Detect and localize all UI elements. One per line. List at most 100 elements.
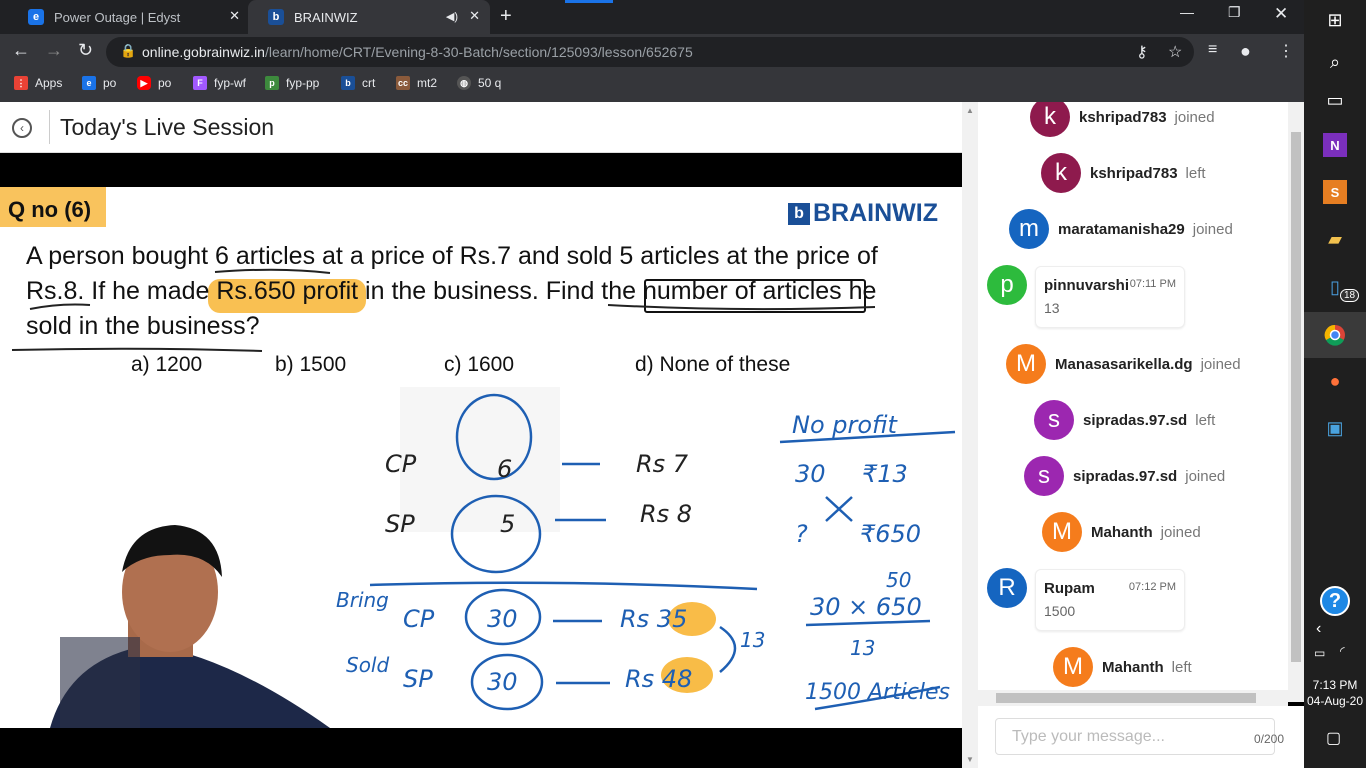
bookmark-label: fyp-pp: [286, 76, 320, 90]
session-header: ‹ Today's Live Session: [0, 102, 962, 153]
avatar: m: [1009, 209, 1049, 249]
youtube-icon: ▶: [137, 76, 151, 90]
tab-title: BRAINWIZ: [294, 9, 358, 25]
sublime-icon[interactable]: S: [1323, 180, 1347, 204]
close-icon[interactable]: ✕: [469, 8, 480, 24]
brainwiz-icon: b: [341, 76, 355, 90]
minimize-icon[interactable]: —: [1180, 4, 1194, 20]
firefox-icon[interactable]: ●: [1323, 369, 1347, 393]
chat-event: s sipradas.97.sd joined: [1024, 456, 1225, 496]
edyst-icon: e: [82, 76, 96, 90]
page-content: ‹ Today's Live Session Q no (6) b BRAINWI…: [0, 102, 1304, 768]
back-arrow-icon[interactable]: ←: [12, 40, 30, 61]
task-view-icon[interactable]: ▭: [1323, 88, 1347, 112]
page-scrollbar[interactable]: ▲ ▼: [962, 102, 978, 768]
photos-icon[interactable]: ▣: [1323, 416, 1347, 440]
windows-start-icon[interactable]: ⊞: [1323, 8, 1347, 32]
chat-username: kshripad783: [1079, 108, 1167, 126]
avatar: s: [1024, 456, 1064, 496]
file-explorer-icon[interactable]: ▰: [1323, 227, 1347, 251]
bookmark-apps[interactable]: ⋮ Apps: [14, 76, 62, 90]
close-window-icon[interactable]: ✕: [1274, 4, 1288, 24]
hw-no-profit: No profit: [792, 411, 899, 439]
video-player[interactable]: Q no (6) b BRAINWIZ A person bought 6 art…: [0, 187, 962, 728]
bookmarks-bar: ⋮ Apps e po ▶ po Ffyp-wf p fyp-pp b crt cc mt2…: [0, 69, 1304, 102]
chat-username: sipradas.97.sd: [1073, 467, 1178, 485]
browser-tab-bar: e Power Outage | Edyst ✕ b BRAINWIZ ◀) ✕…: [0, 0, 1304, 34]
account-icon[interactable]: ●: [1240, 41, 1251, 62]
hw-sold: Sold: [346, 653, 389, 677]
speaker-icon[interactable]: ◀): [446, 10, 458, 23]
chat-username: maratamanisha29: [1058, 220, 1185, 238]
hw-bring: Bring: [336, 588, 389, 612]
bookmark-fyp-pp[interactable]: p fyp-pp: [265, 76, 319, 90]
chat-hscrollbar[interactable]: [978, 690, 1288, 706]
chat-username: sipradas.97.sd: [1083, 411, 1188, 429]
chat-username: Mahanth: [1102, 658, 1164, 676]
chat-username: pinnuvarshi: [1044, 277, 1130, 294]
forward-arrow-icon[interactable]: →: [45, 40, 63, 61]
notification-badge: 18: [1340, 289, 1360, 302]
cc-icon: cc: [396, 76, 410, 90]
scroll-up-icon[interactable]: ▲: [966, 106, 974, 115]
globe-icon: ◍: [457, 76, 471, 90]
hw-sp2: SP: [403, 665, 433, 693]
tab-power-outage[interactable]: e Power Outage | Edyst ✕: [8, 0, 248, 34]
restore-icon[interactable]: ❐: [1228, 4, 1241, 21]
bookmark-fyp-wf[interactable]: Ffyp-wf: [193, 76, 246, 90]
help-icon[interactable]: ?: [1320, 586, 1350, 616]
bookmark-star-icon[interactable]: ☆: [1168, 42, 1182, 62]
key-icon[interactable]: ⚷: [1136, 42, 1148, 62]
avatar: M: [1053, 647, 1093, 687]
chevron-left-icon[interactable]: ‹: [1316, 620, 1321, 638]
hw-30: 30: [795, 460, 826, 488]
tab-brainwiz[interactable]: b BRAINWIZ ◀) ✕: [248, 0, 490, 34]
address-bar[interactable]: 🔒 online.gobrainwiz.in/learn/home/CRT/Ev…: [106, 37, 1194, 67]
search-icon[interactable]: ⌕: [1323, 50, 1347, 74]
chat-event: k kshripad783 left: [1041, 153, 1206, 193]
windows-taskbar: ⊞ ⌕ ▭ N S ▰ ▯ 18 ● ▣ ? ‹ ▭ ◜ 7:13 PM 04-…: [1304, 0, 1366, 768]
message-bubble: pinnuvarshi 07:11 PM 13: [1035, 266, 1185, 328]
bookmark-po-2[interactable]: ▶ po: [137, 76, 171, 90]
chat-hscroll-thumb[interactable]: [996, 693, 1256, 703]
notifications-icon[interactable]: ▢: [1326, 728, 1341, 748]
hw-calc: 30 × 650: [810, 593, 922, 621]
chat-composer: 0/200: [978, 706, 1304, 768]
bookmark-crt[interactable]: b crt: [341, 76, 375, 90]
chat-scroll-thumb[interactable]: [1291, 132, 1301, 662]
system-clock[interactable]: 7:13 PM 04-Aug-20: [1304, 677, 1366, 709]
chrome-icon[interactable]: [1323, 323, 1347, 347]
browser-toolbar: ← → ↻ 🔒 online.gobrainwiz.in/learn/home/…: [0, 34, 1304, 69]
chat-message-input[interactable]: [995, 718, 1275, 755]
chat-scrollbar[interactable]: [1288, 102, 1304, 702]
media-queue-icon[interactable]: ≡: [1208, 41, 1217, 59]
menu-dots-icon[interactable]: ⋮: [1278, 41, 1294, 61]
chat-event: M Manasasarikella.dg joined: [1006, 344, 1241, 384]
back-circle-icon[interactable]: ‹: [12, 118, 32, 138]
bookmark-50q[interactable]: ◍ 50 q: [457, 76, 501, 90]
hw-five: 5: [500, 510, 515, 538]
chat-action: joined: [1160, 523, 1201, 541]
bookmark-po-1[interactable]: e po: [82, 76, 116, 90]
bookmark-label: fyp-wf: [214, 76, 247, 90]
lock-icon: 🔒: [120, 43, 137, 58]
hw-50: 50: [886, 568, 911, 592]
scroll-down-icon[interactable]: ▼: [966, 755, 974, 764]
doc-icon: p: [265, 76, 279, 90]
chat-action: joined: [1192, 220, 1233, 238]
char-counter: 0/200: [1254, 732, 1285, 746]
hw-13c: 13: [850, 636, 875, 660]
wifi-icon[interactable]: ◜: [1340, 644, 1345, 658]
bookmark-mt2[interactable]: cc mt2: [396, 76, 437, 90]
new-tab-icon[interactable]: +: [500, 5, 512, 28]
avatar: k: [1041, 153, 1081, 193]
chat-event: M Mahanth left: [1053, 647, 1192, 687]
hw-rs35: Rs 35: [620, 605, 687, 633]
onenote-icon[interactable]: N: [1323, 133, 1347, 157]
battery-icon[interactable]: ▭: [1314, 646, 1325, 660]
reload-icon[interactable]: ↻: [78, 40, 93, 61]
hw-answer: 1500 Articles: [805, 680, 950, 705]
close-icon[interactable]: ✕: [229, 8, 240, 24]
bookmark-label: 50 q: [478, 76, 502, 90]
message-text: 13: [1044, 300, 1060, 316]
